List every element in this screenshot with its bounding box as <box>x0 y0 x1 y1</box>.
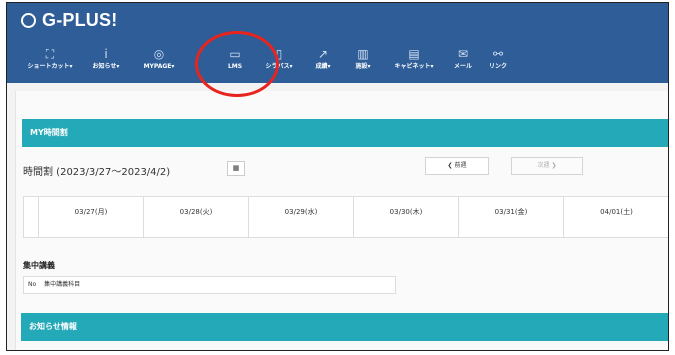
monitor-icon: ▭ <box>229 47 241 61</box>
day-header: 03/30(木) <box>354 197 459 237</box>
nav-item-facility[interactable]: ▥ 施設▾ <box>349 47 377 77</box>
app-logo[interactable]: G-PLUS! <box>21 9 117 31</box>
nav-label: お知らせ▾ <box>92 63 120 70</box>
period-column <box>24 197 39 237</box>
weekly-schedule-table: 03/27(月) 03/28(火) 03/29(水) 03/30(木) 03/3… <box>23 196 668 238</box>
schedule-section-header: MY時間割 <box>22 119 668 147</box>
calendar-icon[interactable]: ▦ <box>227 161 245 176</box>
nav-label: 成績▾ <box>315 63 331 70</box>
nav-item-news[interactable]: i お知らせ▾ <box>85 47 127 77</box>
nav-item-syllabus[interactable]: ▯ シラバス▾ <box>261 47 297 77</box>
nav-label: ショートカット▾ <box>27 63 73 70</box>
mypage-icon: ◎ <box>153 47 165 61</box>
syllabus-icon: ▯ <box>275 47 283 61</box>
top-navigation-bar: G-PLUS! ⛶ ショートカット▾ i お知らせ▾ ◎ MYPAGE▾ ▭ L… <box>7 3 668 83</box>
app-name: G-PLUS! <box>42 9 118 30</box>
nav-label: メール <box>453 63 472 70</box>
nav-label: シラバス▾ <box>265 63 293 70</box>
day-header: 03/29(水) <box>249 197 354 237</box>
nav-item-shortcut[interactable]: ⛶ ショートカット▾ <box>25 47 75 77</box>
facility-icon: ▥ <box>357 47 369 61</box>
day-header: 03/27(月) <box>39 197 144 237</box>
main-content: MY時間割 時間割 (2023/3/27〜2023/4/2) ▦ ❮ 前週 次週… <box>7 83 668 350</box>
day-header: 04/01(土) <box>600 208 633 216</box>
cabinet-icon: ▤ <box>408 47 420 61</box>
nav-item-cabinet[interactable]: ▤ キャビネット▾ <box>389 47 439 77</box>
next-week-button[interactable]: 次週 ❯ <box>511 157 583 175</box>
info-icon: i <box>104 47 108 61</box>
nav-item-grades[interactable]: ↗ 成績▾ <box>309 47 337 77</box>
logo-circle-icon <box>21 12 36 28</box>
grades-icon: ↗ <box>317 47 329 61</box>
nav-label: キャビネット▾ <box>394 63 434 70</box>
mail-icon: ✉ <box>457 47 469 61</box>
day-header: 03/28(火) <box>144 197 249 237</box>
prev-week-button[interactable]: ❮ 前週 <box>425 157 489 175</box>
column-subject: 集中講義科目 <box>44 281 81 288</box>
schedule-title: 時間割 (2023/3/27〜2023/4/2) <box>23 167 171 178</box>
nav-label: リンク <box>488 63 507 70</box>
day-header: 03/31(金) <box>459 197 564 237</box>
nav-item-mail[interactable]: ✉ メール <box>449 47 477 77</box>
shortcut-icon: ⛶ <box>45 47 55 61</box>
nav-label: LMS <box>227 63 243 70</box>
browser-frame: G-PLUS! ⛶ ショートカット▾ i お知らせ▾ ◎ MYPAGE▾ ▭ L… <box>6 2 669 351</box>
nav-item-mypage[interactable]: ◎ MYPAGE▾ <box>139 47 179 77</box>
link-icon: ⚯ <box>492 47 504 61</box>
news-section-header: お知らせ情報 <box>21 313 668 341</box>
nav-label: 施設▾ <box>355 63 371 70</box>
nav-label: MYPAGE▾ <box>143 63 175 70</box>
nav-item-link[interactable]: ⚯ リンク <box>485 47 511 77</box>
intensive-lectures-title: 集中講義 <box>23 261 55 270</box>
nav-item-lms[interactable]: ▭ LMS <box>221 47 249 77</box>
intensive-lectures-table: No 集中講義科目 <box>23 276 396 294</box>
column-no: No <box>28 281 37 288</box>
